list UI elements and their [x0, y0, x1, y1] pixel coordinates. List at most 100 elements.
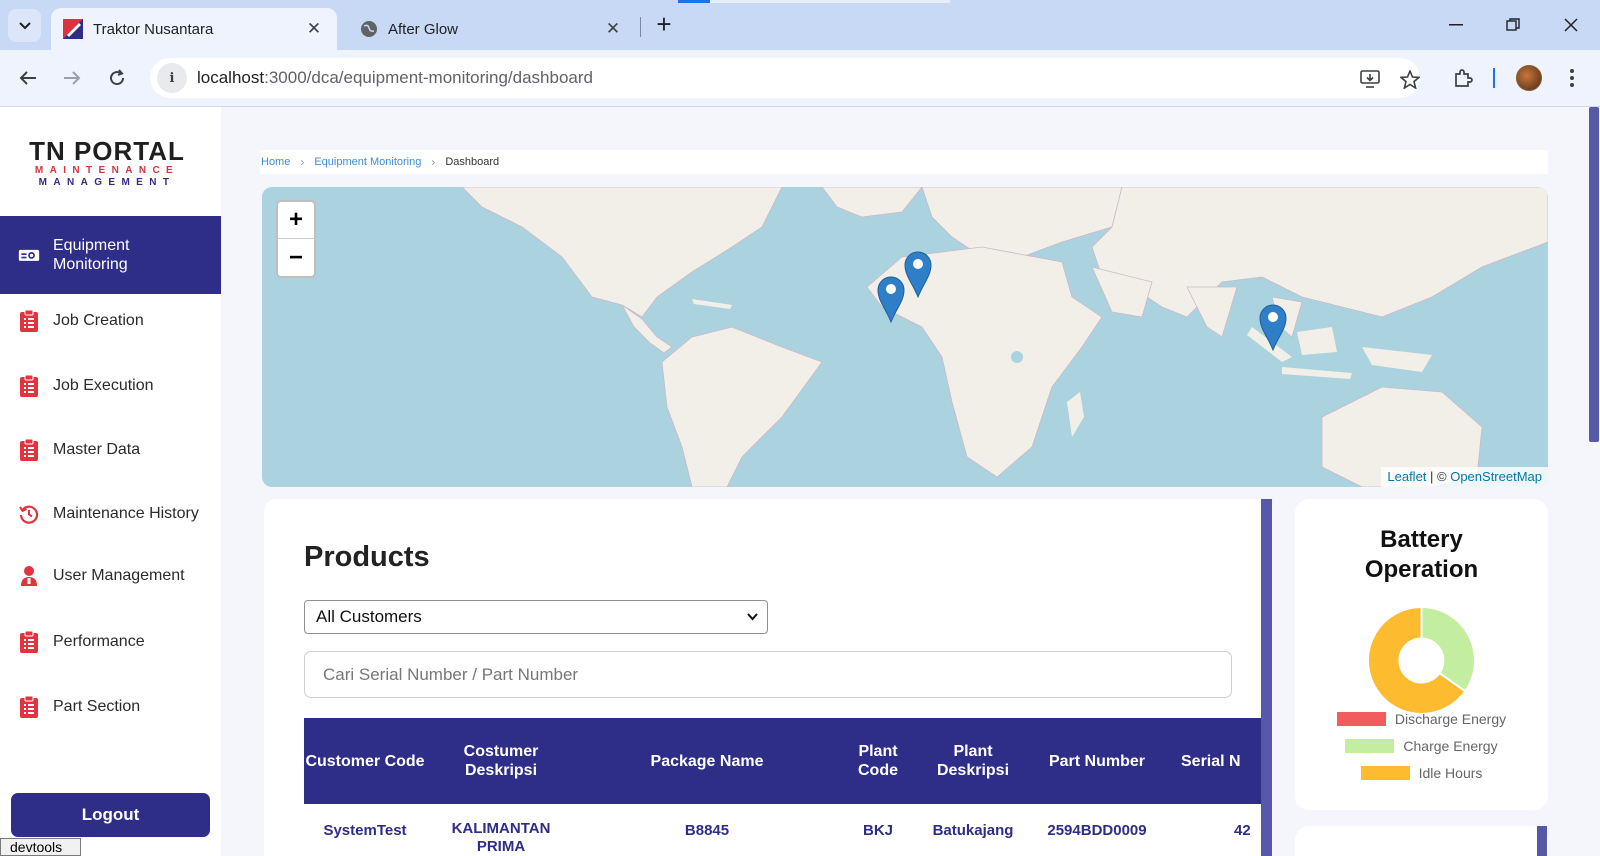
legend-discharge-energy[interactable]: Discharge Energy: [1295, 711, 1548, 727]
scrollbar-thumb[interactable]: [1589, 107, 1599, 442]
sidebar-item-label: User Management: [53, 567, 185, 584]
breadcrumb-home[interactable]: Home: [261, 156, 290, 168]
chevron-down-icon: [747, 613, 758, 621]
sidebar-item-user-management[interactable]: User Management: [0, 558, 221, 594]
sidebar-item-equipment-monitoring[interactable]: Equipment Monitoring: [0, 216, 221, 294]
battery-title: Battery Operation: [1364, 526, 1479, 583]
logo-line2: MANAGEMENT: [38, 177, 176, 188]
column-header[interactable]: Costumer Deskripsi: [426, 718, 576, 804]
legend-swatch: [1345, 739, 1395, 753]
tab-traktor-nusantara[interactable]: Traktor Nusantara ✕: [51, 8, 337, 50]
close-tab-icon[interactable]: ✕: [303, 19, 325, 39]
tab-title: After Glow: [388, 20, 459, 38]
address-bar[interactable]: i localhost:3000/dca/equipment-monitorin…: [150, 58, 1420, 98]
sidebar-item-performance[interactable]: Performance: [0, 624, 221, 660]
column-header[interactable]: Serial N: [1166, 718, 1261, 804]
forward-icon[interactable]: [56, 62, 88, 94]
sidebar-item-label: Part Section: [53, 698, 141, 715]
page-load-progress: [678, 0, 950, 3]
cell-plant-code: BKJ: [862, 822, 893, 839]
minimize-icon[interactable]: [1441, 10, 1471, 40]
map-marker-icon[interactable]: [903, 250, 933, 298]
battery-donut-chart[interactable]: [1368, 607, 1475, 714]
back-icon[interactable]: [12, 62, 44, 94]
customer-select[interactable]: All Customers: [304, 600, 768, 634]
browser-tab-strip: Traktor Nusantara ✕ After Glow ✕ +: [0, 0, 1600, 50]
table-scrollbar[interactable]: [1261, 499, 1272, 856]
clipboard-icon: [18, 439, 40, 461]
openstreetmap-link[interactable]: OpenStreetMap: [1450, 469, 1542, 484]
column-header[interactable]: Plant Code: [838, 718, 918, 804]
sidebar-item-label: Equipment Monitoring: [53, 237, 130, 273]
monitor-icon: [18, 244, 40, 266]
page-scrollbar[interactable]: [1586, 107, 1600, 856]
site-info-icon[interactable]: i: [157, 63, 187, 93]
sidebar-item-job-execution[interactable]: Job Execution: [0, 368, 221, 404]
legend-label: Idle Hours: [1418, 765, 1483, 781]
tab-after-glow[interactable]: After Glow ✕: [348, 8, 636, 50]
sidebar-item-label: Maintenance History: [53, 505, 199, 522]
sidebar-item-job-creation[interactable]: Job Creation: [0, 303, 221, 339]
install-app-icon[interactable]: [1356, 65, 1384, 93]
cell-customer-code: SystemTest: [323, 822, 407, 839]
column-header[interactable]: Plant Deskripsi: [918, 718, 1028, 804]
url-host: localhost: [197, 68, 265, 87]
products-title: Products: [304, 541, 430, 573]
globe-icon: [361, 21, 377, 37]
zoom-in-button[interactable]: +: [278, 202, 314, 239]
sidebar-item-label: Job Execution: [53, 377, 154, 394]
leaflet-link[interactable]: Leaflet: [1387, 469, 1426, 484]
breadcrumb: Home › Equipment Monitoring › Dashboard: [260, 150, 1548, 174]
tab-search-button[interactable]: [8, 9, 41, 42]
reload-icon[interactable]: [101, 62, 133, 94]
cell-plant-desc: Batukajang: [932, 822, 1014, 839]
search-input[interactable]: [304, 651, 1232, 698]
sidebar-item-maintenance-history[interactable]: Maintenance History: [0, 496, 221, 532]
sidebar-item-master-data[interactable]: Master Data: [0, 432, 221, 468]
sidebar-item-label: Master Data: [53, 441, 141, 458]
clipboard-icon: [18, 375, 40, 397]
customer-select-value: All Customers: [316, 607, 422, 626]
browser-menu-icon[interactable]: [1560, 63, 1584, 93]
legend-swatch: [1360, 766, 1410, 780]
tn-portal-logo[interactable]: TN PORTAL MAINTENANCE MANAGEMENT: [26, 137, 188, 189]
column-header[interactable]: Customer Code: [304, 718, 426, 804]
new-tab-button[interactable]: +: [650, 11, 678, 39]
history-icon: [18, 503, 40, 525]
logout-button[interactable]: Logout: [11, 793, 210, 837]
map-marker-icon[interactable]: [1258, 303, 1288, 351]
chevron-down-icon: [18, 21, 31, 29]
cell-serial: 42: [1234, 822, 1251, 839]
sidebar-item-label: Job Creation: [53, 312, 144, 329]
restore-icon[interactable]: [1498, 10, 1528, 40]
map-marker-icon[interactable]: [876, 275, 906, 323]
tab-title: Traktor Nusantara: [93, 20, 214, 38]
logo-title: TN PORTAL: [29, 136, 185, 166]
legend-charge-energy[interactable]: Charge Energy: [1295, 738, 1548, 754]
legend-label: Discharge Energy: [1394, 711, 1507, 727]
devtools-tag[interactable]: devtools: [0, 838, 81, 856]
extensions-icon[interactable]: [1448, 63, 1478, 93]
profile-avatar[interactable]: [1514, 63, 1544, 93]
table-row[interactable]: SystemTest KALIMANTAN PRIMA B8845 BKJ Ba…: [304, 804, 1261, 856]
sidebar-item-label: Performance: [53, 633, 145, 650]
legend-idle-hours[interactable]: Idle Hours: [1295, 765, 1548, 781]
chevron-right-icon: ›: [300, 155, 305, 169]
logo-line1: MAINTENANCE: [34, 165, 180, 176]
column-header[interactable]: Part Number: [1028, 718, 1166, 804]
user-icon: [18, 565, 40, 587]
zoom-out-button[interactable]: −: [278, 239, 314, 276]
column-header[interactable]: Package Name: [576, 718, 838, 804]
bookmark-star-icon[interactable]: [1396, 65, 1424, 93]
card-scrollbar[interactable]: [1537, 826, 1547, 856]
equipment-map[interactable]: + − Leaflet | © OpenStreetMap: [262, 187, 1548, 487]
url-text[interactable]: localhost:3000/dca/equipment-monitoring/…: [197, 68, 593, 88]
breadcrumb-current: Dashboard: [445, 156, 500, 168]
close-tab-icon[interactable]: ✕: [602, 19, 624, 39]
breadcrumb-equipment-monitoring[interactable]: Equipment Monitoring: [314, 156, 421, 168]
browser-toolbar: i localhost:3000/dca/equipment-monitorin…: [0, 50, 1600, 107]
close-window-icon[interactable]: [1556, 10, 1586, 40]
avatar: [1516, 65, 1542, 91]
sidebar-item-part-section[interactable]: Part Section: [0, 689, 221, 725]
url-path: :3000/dca/equipment-monitoring/dashboard: [264, 68, 593, 87]
